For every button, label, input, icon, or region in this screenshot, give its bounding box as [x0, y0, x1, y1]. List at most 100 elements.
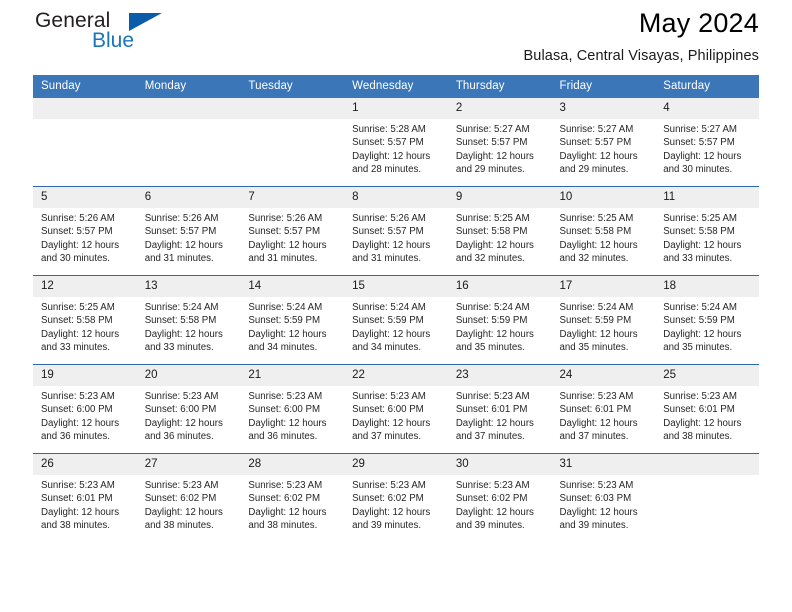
day-details: Sunrise: 5:24 AM Sunset: 5:58 PM Daylight:…	[137, 297, 241, 354]
calendar-day-cell-empty	[33, 98, 137, 187]
calendar-day-cell[interactable]: 20 Sunrise: 5:23 AM Sunset: 6:00 PM Dayligh…	[136, 364, 241, 454]
calendar-day-cell[interactable]: 31 Sunrise: 5:23 AM Sunset: 6:03 PM Dayligh…	[551, 453, 656, 542]
day-details: Sunrise: 5:26 AM Sunset: 5:57 PM Daylight:…	[344, 208, 448, 265]
sunset-text: Sunset: 6:01 PM	[41, 493, 113, 505]
sunset-text: Sunset: 5:59 PM	[559, 315, 632, 327]
daylight-text: Daylight: 12 hours	[663, 150, 742, 162]
sunrise-text: Sunrise: 5:26 AM	[248, 213, 323, 224]
daylight-text: Daylight: 12 hours	[144, 417, 223, 429]
sunrise-text: Sunrise: 5:27 AM	[663, 124, 737, 135]
day-details: Sunrise: 5:23 AM Sunset: 6:00 PM Daylight:…	[240, 386, 344, 443]
sunset-text: Sunset: 6:00 PM	[248, 404, 321, 416]
daylight-text: Daylight: 12 hours	[455, 506, 534, 518]
sunrise-text: Sunrise: 5:24 AM	[248, 302, 323, 313]
calendar-day-cell[interactable]: 1 Sunrise: 5:28 AM Sunset: 5:57 PM Daylight…	[344, 98, 448, 187]
calendar-day-cell[interactable]: 29 Sunrise: 5:23 AM Sunset: 6:02 PM Dayligh…	[344, 453, 448, 542]
sunset-text: Sunset: 5:57 PM	[663, 137, 735, 149]
sunrise-text: Sunrise: 5:24 AM	[352, 302, 426, 313]
sunrise-text: Sunrise: 5:27 AM	[559, 124, 634, 135]
day-number: 11	[655, 187, 759, 208]
daylight-text: Daylight: 12 hours	[144, 239, 223, 251]
sunset-text: Sunset: 5:59 PM	[663, 315, 735, 327]
calendar-day-cell[interactable]: 28 Sunrise: 5:23 AM Sunset: 6:02 PM Dayligh…	[240, 453, 345, 542]
calendar-day-cell[interactable]: 6 Sunrise: 5:26 AM Sunset: 5:57 PM Daylight…	[136, 186, 241, 276]
daylight-text: and 33 minutes.	[41, 341, 110, 353]
sunrise-text: Sunrise: 5:24 AM	[559, 302, 634, 313]
calendar-day-cell[interactable]: 17 Sunrise: 5:24 AM Sunset: 5:59 PM Dayligh…	[551, 275, 656, 365]
calendar-day-cell[interactable]: 13 Sunrise: 5:24 AM Sunset: 5:58 PM Dayligh…	[136, 275, 241, 365]
sunrise-text: Sunrise: 5:23 AM	[352, 391, 426, 402]
general-blue-logo[interactable]: General Blue	[35, 9, 165, 57]
calendar-day-cell[interactable]: 9 Sunrise: 5:25 AM Sunset: 5:58 PM Daylight…	[447, 186, 552, 276]
calendar-day-cell[interactable]: 12 Sunrise: 5:25 AM Sunset: 5:58 PM Dayligh…	[33, 275, 137, 365]
sunrise-text: Sunrise: 5:25 AM	[455, 213, 530, 224]
day-number: 5	[33, 187, 137, 208]
day-number: 1	[344, 98, 448, 119]
calendar-day-cell[interactable]: 11 Sunrise: 5:25 AM Sunset: 5:58 PM Dayligh…	[655, 186, 759, 276]
calendar-day-cell[interactable]: 5 Sunrise: 5:26 AM Sunset: 5:57 PM Daylight…	[33, 186, 137, 276]
sunrise-text: Sunrise: 5:23 AM	[455, 391, 530, 402]
day-number: 30	[447, 454, 552, 475]
sunrise-text: Sunrise: 5:26 AM	[41, 213, 115, 224]
calendar-day-cell[interactable]: 18 Sunrise: 5:24 AM Sunset: 5:59 PM Dayligh…	[655, 275, 759, 365]
calendar-day-cell[interactable]: 21 Sunrise: 5:23 AM Sunset: 6:00 PM Dayligh…	[240, 364, 345, 454]
sunrise-text: Sunrise: 5:23 AM	[352, 480, 426, 491]
day-number: 14	[240, 276, 345, 297]
calendar-day-cell[interactable]: 16 Sunrise: 5:24 AM Sunset: 5:59 PM Dayligh…	[447, 275, 552, 365]
calendar-day-cell[interactable]: 8 Sunrise: 5:26 AM Sunset: 5:57 PM Daylight…	[344, 186, 448, 276]
sunrise-text: Sunrise: 5:24 AM	[144, 302, 219, 313]
daylight-text: Daylight: 12 hours	[559, 506, 638, 518]
day-details: Sunrise: 5:24 AM Sunset: 5:59 PM Daylight:…	[344, 297, 448, 354]
calendar-day-cell[interactable]: 26 Sunrise: 5:23 AM Sunset: 6:01 PM Dayligh…	[33, 453, 137, 542]
daylight-text: and 32 minutes.	[455, 252, 525, 264]
day-details: Sunrise: 5:26 AM Sunset: 5:57 PM Daylight:…	[137, 208, 241, 265]
calendar-day-cell[interactable]: 24 Sunrise: 5:23 AM Sunset: 6:01 PM Dayligh…	[551, 364, 656, 454]
calendar-day-cell[interactable]: 30 Sunrise: 5:23 AM Sunset: 6:02 PM Dayligh…	[447, 453, 552, 542]
calendar-day-cell[interactable]: 3 Sunrise: 5:27 AM Sunset: 5:57 PM Daylight…	[551, 98, 656, 187]
day-number: 19	[33, 365, 137, 386]
day-details: Sunrise: 5:23 AM Sunset: 6:00 PM Daylight:…	[344, 386, 448, 443]
sunrise-text: Sunrise: 5:23 AM	[248, 480, 323, 491]
day-number	[33, 98, 137, 119]
sunset-text: Sunset: 6:00 PM	[41, 404, 113, 416]
calendar-day-cell[interactable]: 15 Sunrise: 5:24 AM Sunset: 5:59 PM Dayligh…	[344, 275, 448, 365]
sunset-text: Sunset: 5:57 PM	[352, 137, 424, 149]
calendar-day-cell[interactable]: 27 Sunrise: 5:23 AM Sunset: 6:02 PM Dayligh…	[136, 453, 241, 542]
day-details: Sunrise: 5:25 AM Sunset: 5:58 PM Daylight:…	[552, 208, 656, 265]
location-subtitle: Bulasa, Central Visayas, Philippines	[523, 48, 759, 64]
calendar-day-cell[interactable]: 4 Sunrise: 5:27 AM Sunset: 5:57 PM Daylight…	[655, 98, 759, 187]
daylight-text: Daylight: 12 hours	[352, 239, 431, 251]
weekday-header-sunday: Sunday	[33, 75, 137, 98]
calendar-day-cell[interactable]: 10 Sunrise: 5:25 AM Sunset: 5:58 PM Dayligh…	[551, 186, 656, 276]
calendar-day-cell[interactable]: 19 Sunrise: 5:23 AM Sunset: 6:00 PM Dayligh…	[33, 364, 137, 454]
day-number: 27	[136, 454, 241, 475]
daylight-text: Daylight: 12 hours	[144, 506, 223, 518]
daylight-text: Daylight: 12 hours	[41, 417, 120, 429]
sunset-text: Sunset: 5:58 PM	[144, 315, 217, 327]
daylight-text: and 35 minutes.	[663, 341, 733, 353]
calendar-day-cell-empty	[655, 453, 759, 542]
day-number: 20	[136, 365, 241, 386]
day-details: Sunrise: 5:23 AM Sunset: 6:02 PM Daylight:…	[240, 475, 344, 532]
day-number: 3	[551, 98, 656, 119]
sunset-text: Sunset: 5:58 PM	[41, 315, 113, 327]
calendar-day-cell[interactable]: 23 Sunrise: 5:23 AM Sunset: 6:01 PM Dayligh…	[447, 364, 552, 454]
calendar-day-cell[interactable]: 2 Sunrise: 5:27 AM Sunset: 5:57 PM Daylight…	[447, 98, 552, 187]
daylight-text: and 39 minutes.	[352, 519, 422, 531]
sunset-text: Sunset: 5:58 PM	[559, 226, 632, 238]
calendar-week-row: 1 Sunrise: 5:28 AM Sunset: 5:57 PM Daylight…	[33, 98, 759, 187]
sunrise-text: Sunrise: 5:27 AM	[455, 124, 530, 135]
daylight-text: Daylight: 12 hours	[455, 328, 534, 340]
sunrise-text: Sunrise: 5:23 AM	[455, 480, 530, 491]
sunset-text: Sunset: 5:57 PM	[144, 226, 217, 238]
calendar-day-cell[interactable]: 7 Sunrise: 5:26 AM Sunset: 5:57 PM Daylight…	[240, 186, 345, 276]
day-details: Sunrise: 5:24 AM Sunset: 5:59 PM Daylight:…	[448, 297, 552, 354]
calendar-day-cell[interactable]: 25 Sunrise: 5:23 AM Sunset: 6:01 PM Dayligh…	[655, 364, 759, 454]
calendar-day-cell[interactable]: 22 Sunrise: 5:23 AM Sunset: 6:00 PM Dayligh…	[344, 364, 448, 454]
daylight-text: and 34 minutes.	[352, 341, 422, 353]
sunset-text: Sunset: 5:57 PM	[352, 226, 424, 238]
calendar-day-cell[interactable]: 14 Sunrise: 5:24 AM Sunset: 5:59 PM Dayligh…	[240, 275, 345, 365]
daylight-text: and 31 minutes.	[352, 252, 422, 264]
sunrise-text: Sunrise: 5:26 AM	[352, 213, 426, 224]
daylight-text: and 32 minutes.	[559, 252, 629, 264]
